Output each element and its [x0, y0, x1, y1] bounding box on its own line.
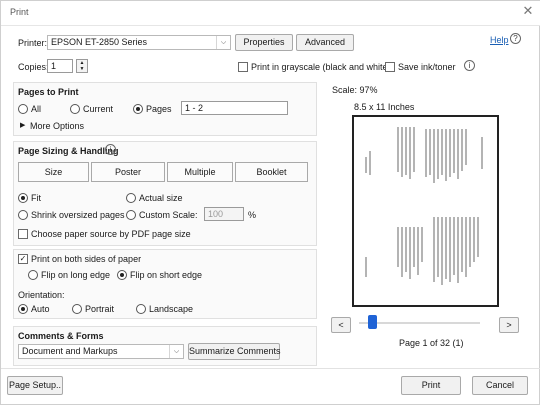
comments-select[interactable]: Document and Markups ⌵ — [18, 344, 184, 359]
page-preview-content — [365, 127, 483, 285]
chevron-down-icon: ⌵ — [216, 36, 230, 49]
scale-label: Scale: 97% — [332, 85, 378, 95]
flip-short-edge-radio[interactable] — [117, 270, 127, 280]
tab-poster[interactable]: Poster — [91, 162, 165, 182]
print-button[interactable]: Print — [401, 376, 461, 395]
footer-divider — [1, 368, 540, 369]
expand-triangle-icon[interactable]: ▶ — [20, 121, 25, 129]
custom-scale-input[interactable]: 100 — [204, 207, 244, 221]
paper-source-checkbox[interactable] — [18, 229, 28, 239]
next-page-button[interactable]: > — [499, 317, 519, 333]
pages-radio[interactable] — [133, 104, 143, 114]
fit-radio[interactable] — [18, 193, 28, 203]
duplex-checkbox[interactable]: ✓ — [18, 254, 28, 264]
flip-short-edge-label: Flip on short edge — [130, 270, 203, 280]
printer-label: Printer: — [18, 38, 48, 48]
grayscale-label: Print in grayscale (black and white) — [251, 62, 391, 72]
page-slider-thumb[interactable] — [368, 315, 377, 329]
copies-label: Copies: — [18, 62, 49, 72]
landscape-label: Landscape — [149, 304, 194, 314]
actual-size-radio[interactable] — [126, 193, 136, 203]
tab-booklet[interactable]: Booklet — [235, 162, 308, 182]
paper-source-label: Choose paper source by PDF page size — [31, 229, 191, 239]
save-ink-checkbox[interactable] — [385, 62, 395, 72]
cancel-button[interactable]: Cancel — [472, 376, 528, 395]
page-slider-track[interactable] — [359, 322, 480, 324]
pages-range-input[interactable]: 1 - 2 — [181, 101, 288, 115]
current-radio[interactable] — [70, 104, 80, 114]
help-circle-icon[interactable]: ? — [510, 33, 521, 44]
more-options-link[interactable]: More Options — [30, 121, 84, 131]
page-setup-button[interactable]: Page Setup.. — [7, 376, 63, 395]
all-label: All — [31, 104, 42, 114]
page-info-label: Page 1 of 32 (1) — [399, 338, 464, 348]
copies-input[interactable]: 1 — [47, 59, 73, 73]
tab-multiple[interactable]: Multiple — [167, 162, 233, 182]
prev-page-button[interactable]: < — [331, 317, 351, 333]
current-label: Current — [83, 104, 114, 114]
copies-stepper[interactable]: ▲ ▼ — [76, 59, 88, 73]
shrink-label: Shrink oversized pages — [31, 210, 125, 220]
summarize-comments-button[interactable]: Summarize Comments — [188, 343, 281, 360]
advanced-button[interactable]: Advanced — [296, 34, 354, 51]
info-icon[interactable]: i — [105, 144, 116, 155]
printer-select[interactable]: EPSON ET-2850 Series ⌵ — [47, 35, 231, 50]
pages-label: Pages — [146, 104, 172, 114]
percent-label: % — [248, 210, 257, 220]
auto-label: Auto — [31, 304, 50, 314]
grayscale-checkbox[interactable] — [238, 62, 248, 72]
help-link[interactable]: Help — [490, 35, 509, 45]
chevron-down-icon: ⌵ — [169, 345, 183, 358]
comments-value: Document and Markups — [22, 346, 118, 356]
flip-long-edge-radio[interactable] — [28, 270, 38, 280]
auto-radio[interactable] — [18, 304, 28, 314]
title-bar: Print ✕ — [1, 1, 540, 25]
paper-size-label: 8.5 x 11 Inches — [354, 102, 415, 112]
landscape-radio[interactable] — [136, 304, 146, 314]
custom-scale-radio[interactable] — [126, 210, 136, 220]
custom-scale-label: Custom Scale: — [139, 210, 198, 220]
page-preview — [352, 115, 499, 307]
info-icon[interactable]: i — [464, 60, 475, 71]
print-dialog: Print ✕ Printer: EPSON ET-2850 Series ⌵ … — [0, 0, 540, 405]
save-ink-label: Save ink/toner — [398, 62, 456, 72]
dialog-title: Print — [10, 7, 29, 17]
pages-to-print-heading: Pages to Print — [18, 87, 79, 97]
close-icon[interactable]: ✕ — [520, 3, 536, 19]
comments-heading: Comments & Forms — [18, 331, 104, 341]
portrait-label: Portrait — [85, 304, 115, 314]
orientation-label: Orientation: — [18, 290, 65, 300]
tab-size[interactable]: Size — [18, 162, 89, 182]
fit-label: Fit — [31, 193, 41, 203]
actual-size-label: Actual size — [139, 193, 183, 203]
all-radio[interactable] — [18, 104, 28, 114]
portrait-radio[interactable] — [72, 304, 82, 314]
flip-long-edge-label: Flip on long edge — [41, 270, 111, 280]
title-divider — [1, 25, 540, 26]
page-sizing-heading: Page Sizing & Handling — [18, 146, 119, 156]
duplex-label: Print on both sides of paper — [31, 254, 142, 264]
properties-button[interactable]: Properties — [235, 34, 293, 51]
shrink-radio[interactable] — [18, 210, 28, 220]
printer-value: EPSON ET-2850 Series — [51, 37, 148, 47]
